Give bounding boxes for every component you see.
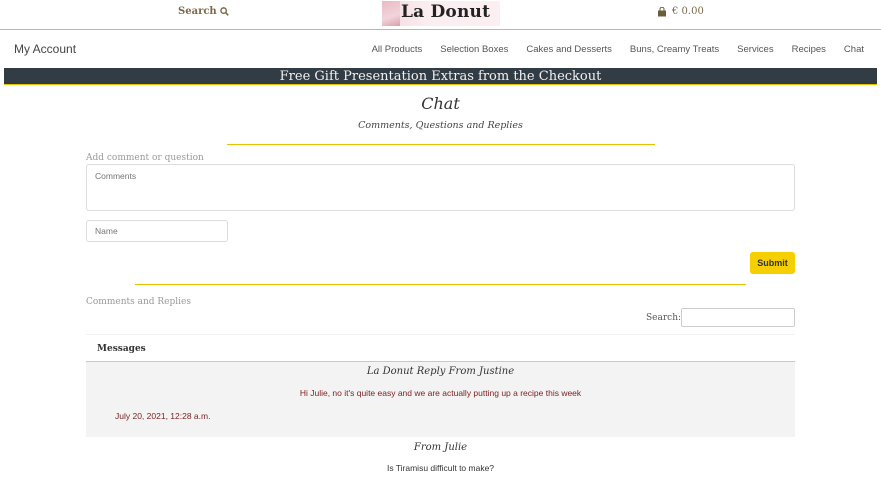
comment-form-label: Add comment or question [86,153,204,163]
main-nav: All Products Selection Boxes Cakes and D… [372,44,864,55]
search-label: Search [178,6,217,17]
name-field[interactable] [86,220,228,242]
nav-selection-boxes[interactable]: Selection Boxes [440,44,508,55]
divider [0,29,881,30]
page-title: Chat [421,94,460,113]
table-search-input[interactable] [681,308,795,327]
search-icon [219,7,229,16]
divider [135,284,746,285]
message-row: From Julie Is Tiramisu difficult to make… [86,437,795,484]
logo-text: La Donut [401,2,491,22]
comments-field[interactable] [86,164,795,211]
divider [227,144,655,145]
table-search-label: Search: [646,313,682,323]
message-body: Hi Julie, no it's quite easy and we are … [299,388,582,398]
nav-buns-creamy-treats[interactable]: Buns, Creamy Treats [630,44,719,55]
cart-total: € 0.00 [672,6,704,17]
message-from: La Donut Reply From Justine [366,366,515,377]
search-link[interactable]: Search [178,6,229,17]
nav-all-products[interactable]: All Products [372,44,423,55]
nav-services[interactable]: Services [737,44,773,55]
message-date: July 20, 2021, 12:28 a.m. [115,411,211,421]
message-from: From Julie [413,442,468,453]
messages-column-header[interactable]: Messages [97,344,146,354]
comments-replies-label: Comments and Replies [86,297,191,307]
message-row: La Donut Reply From Justine Hi Julie, no… [86,362,795,437]
logo-image [382,1,400,26]
cart-link[interactable]: € 0.00 [657,6,704,17]
promo-banner: Free Gift Presentation Extras from the C… [4,68,877,85]
nav-recipes[interactable]: Recipes [792,44,826,55]
my-account-link[interactable]: My Account [14,42,76,56]
divider [86,334,795,335]
nav-chat[interactable]: Chat [844,44,864,55]
top-bar: Search La Donut € 0.00 [0,0,881,30]
submit-button[interactable]: Submit [750,252,795,274]
message-body: Is Tiramisu difficult to make? [386,463,495,473]
nav-cakes-and-desserts[interactable]: Cakes and Desserts [526,44,612,55]
page-subtitle: Comments, Questions and Replies [358,120,523,131]
shopping-bag-icon [658,6,666,16]
site-logo[interactable]: La Donut [382,1,500,26]
